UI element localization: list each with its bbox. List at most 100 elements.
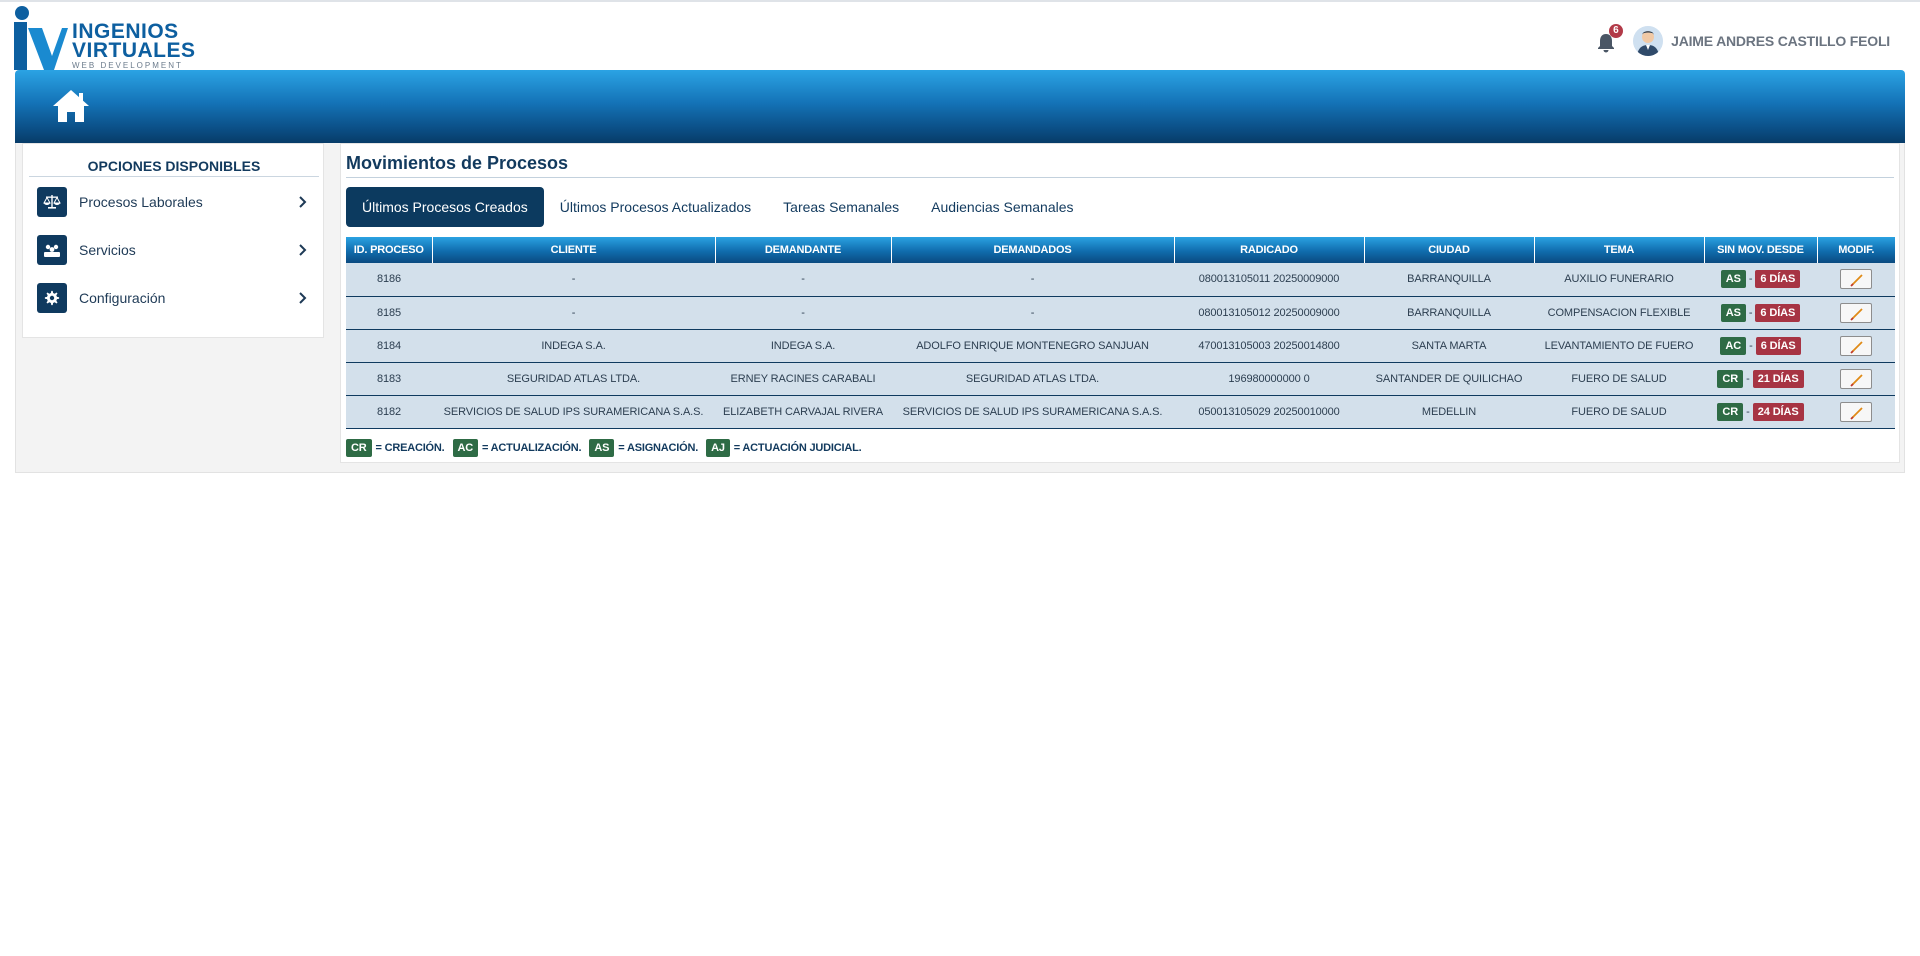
column-header[interactable]: DEMANDANTE bbox=[715, 237, 892, 263]
separator: - bbox=[1746, 405, 1750, 418]
main-wrapper: OPCIONES DISPONIBLES Procesos Laborales bbox=[15, 143, 1905, 473]
cell-id: 8186 bbox=[346, 263, 432, 297]
tab-ultimos-procesos-creados[interactable]: Últimos Procesos Creados bbox=[346, 187, 544, 227]
chevron-right-icon bbox=[299, 196, 307, 208]
separator: - bbox=[1748, 273, 1753, 286]
sidebar-item-label: Servicios bbox=[79, 242, 136, 258]
column-header[interactable]: TEMA bbox=[1534, 237, 1705, 263]
table-row: 8183 SEGURIDAD ATLAS LTDA. ERNEY RACINES… bbox=[346, 362, 1895, 396]
cell-modif bbox=[1817, 329, 1895, 363]
procesos-table: ID. PROCESO CLIENTE DEMANDANTE DEMANDADO… bbox=[346, 237, 1895, 429]
column-header[interactable]: RADICADO bbox=[1174, 237, 1365, 263]
avatar[interactable] bbox=[1633, 26, 1664, 56]
cell-demandante: ERNEY RACINES CARABALI bbox=[715, 362, 891, 396]
brand-line-2: VIRTUALES bbox=[72, 39, 196, 62]
notifications-button[interactable]: 6 bbox=[1597, 24, 1623, 53]
cell-radicado: 080013105011 20250009000 bbox=[1174, 263, 1364, 297]
cell-id: 8184 bbox=[346, 329, 432, 363]
cell-ciudad: SANTA MARTA bbox=[1364, 329, 1534, 363]
pencil-icon bbox=[1850, 406, 1863, 420]
table-header-row: ID. PROCESO CLIENTE DEMANDANTE DEMANDADO… bbox=[346, 237, 1895, 263]
cell-tema: FUERO DE SALUD bbox=[1534, 362, 1704, 396]
pencil-icon bbox=[1850, 340, 1863, 354]
cell-demandante: ELIZABETH CARVAJAL RIVERA bbox=[715, 395, 891, 429]
cell-sin-mov: AC -6 DÍAS bbox=[1704, 329, 1817, 363]
cell-tema: COMPENSACION FLEXIBLE bbox=[1534, 296, 1704, 330]
edit-button[interactable] bbox=[1840, 335, 1872, 356]
type-badge: AS bbox=[1720, 270, 1746, 289]
column-header[interactable]: ID. PROCESO bbox=[346, 237, 433, 263]
cell-id: 8185 bbox=[346, 296, 432, 330]
table-row: 8184 INDEGA S.A. INDEGA S.A. ADOLFO ENRI… bbox=[346, 329, 1895, 363]
content-panel: Movimientos de Procesos Últimos Procesos… bbox=[340, 143, 1900, 463]
cell-radicado: 080013105012 20250009000 bbox=[1174, 296, 1364, 330]
legend-code: AC bbox=[452, 439, 479, 457]
separator: - bbox=[1748, 306, 1753, 319]
notification-count-badge: 6 bbox=[1609, 24, 1623, 38]
column-header[interactable]: MODIF. bbox=[1817, 237, 1895, 263]
pencil-icon bbox=[1850, 373, 1863, 387]
type-badge: CR bbox=[1717, 369, 1744, 388]
scale-icon bbox=[37, 187, 67, 217]
pencil-icon bbox=[1850, 274, 1863, 287]
cell-demandante: INDEGA S.A. bbox=[715, 329, 891, 363]
days-badge: 6 DÍAS bbox=[1755, 270, 1801, 289]
separator: - bbox=[1746, 372, 1750, 385]
sidebar: OPCIONES DISPONIBLES Procesos Laborales bbox=[22, 143, 324, 338]
cell-ciudad: MEDELLIN bbox=[1364, 395, 1534, 429]
column-header[interactable]: SIN MOV. DESDE bbox=[1704, 237, 1818, 263]
days-badge: 24 DÍAS bbox=[1752, 402, 1804, 421]
column-header[interactable]: DEMANDADOS bbox=[891, 237, 1175, 263]
user-name[interactable]: JAIME ANDRES CASTILLO FEOLI bbox=[1671, 33, 1890, 49]
brand-tagline: WEB DEVELOPMENT bbox=[72, 61, 183, 70]
cell-demandados: - bbox=[891, 263, 1174, 297]
table-row: 8185 - - - 080013105012 20250009000 BARR… bbox=[346, 296, 1895, 330]
tab-audiencias-semanales[interactable]: Audiencias Semanales bbox=[915, 187, 1089, 227]
tab-tareas-semanales[interactable]: Tareas Semanales bbox=[767, 187, 915, 227]
tab-ultimos-procesos-actualizados[interactable]: Últimos Procesos Actualizados bbox=[544, 187, 767, 227]
column-header[interactable]: CLIENTE bbox=[432, 237, 716, 263]
cell-cliente: SERVICIOS DE SALUD IPS SURAMERICANA S.A.… bbox=[432, 395, 715, 429]
chevron-right-icon bbox=[299, 292, 307, 304]
cell-cliente: - bbox=[432, 296, 715, 330]
cell-radicado: 470013105003 20250014800 bbox=[1174, 329, 1364, 363]
cell-id: 8183 bbox=[346, 362, 432, 396]
cell-sin-mov: CR -21 DÍAS bbox=[1704, 362, 1817, 396]
legend-text: = ACTUALIZACIÓN. bbox=[482, 442, 582, 454]
cell-cliente: SEGURIDAD ATLAS LTDA. bbox=[432, 362, 715, 396]
navigation-bar bbox=[15, 70, 1905, 143]
cell-modif bbox=[1817, 362, 1895, 396]
edit-button[interactable] bbox=[1840, 401, 1872, 422]
edit-button[interactable] bbox=[1840, 302, 1872, 323]
sidebar-item-label: Configuración bbox=[79, 290, 166, 306]
sidebar-item-procesos-laborales[interactable]: Procesos Laborales bbox=[37, 186, 319, 218]
edit-button[interactable] bbox=[1840, 269, 1872, 290]
type-badge: AC bbox=[1720, 336, 1747, 355]
days-badge: 21 DÍAS bbox=[1752, 369, 1804, 388]
days-badge: 6 DÍAS bbox=[1755, 303, 1801, 322]
sidebar-item-servicios[interactable]: Servicios bbox=[37, 234, 319, 266]
brand-logo[interactable]: INGENIOS VIRTUALES WEB DEVELOPMENT bbox=[14, 4, 196, 70]
table-row: 8186 - - - 080013105011 20250009000 BARR… bbox=[346, 263, 1895, 297]
cell-cliente: - bbox=[432, 263, 715, 297]
tabs: Últimos Procesos Creados Últimos Proceso… bbox=[346, 187, 1090, 227]
separator: - bbox=[1749, 339, 1753, 352]
cell-demandados: ADOLFO ENRIQUE MONTENEGRO SANJUAN bbox=[891, 329, 1174, 363]
edit-button[interactable] bbox=[1840, 368, 1872, 389]
gear-icon bbox=[37, 283, 67, 313]
column-header[interactable]: CIUDAD bbox=[1364, 237, 1535, 263]
cell-demandante: - bbox=[715, 263, 891, 297]
legend: CR = CREACIÓN. AC = ACTUALIZACIÓN. AS = … bbox=[346, 438, 869, 458]
cell-demandados: SEGURIDAD ATLAS LTDA. bbox=[891, 362, 1174, 396]
home-button[interactable] bbox=[51, 88, 91, 124]
cell-sin-mov: AS -6 DÍAS bbox=[1704, 263, 1817, 297]
sidebar-item-configuracion[interactable]: Configuración bbox=[37, 282, 319, 314]
cell-tema: LEVANTAMIENTO DE FUERO bbox=[1534, 329, 1704, 363]
page-title: Movimientos de Procesos bbox=[346, 153, 1894, 178]
legend-text: = CREACIÓN. bbox=[375, 442, 445, 454]
type-badge: CR bbox=[1717, 402, 1744, 421]
user-avatar-icon bbox=[1633, 26, 1664, 56]
cell-tema: AUXILIO FUNERARIO bbox=[1534, 263, 1704, 297]
legend-code: CR bbox=[346, 439, 372, 457]
table-row: 8182 SERVICIOS DE SALUD IPS SURAMERICANA… bbox=[346, 395, 1895, 429]
